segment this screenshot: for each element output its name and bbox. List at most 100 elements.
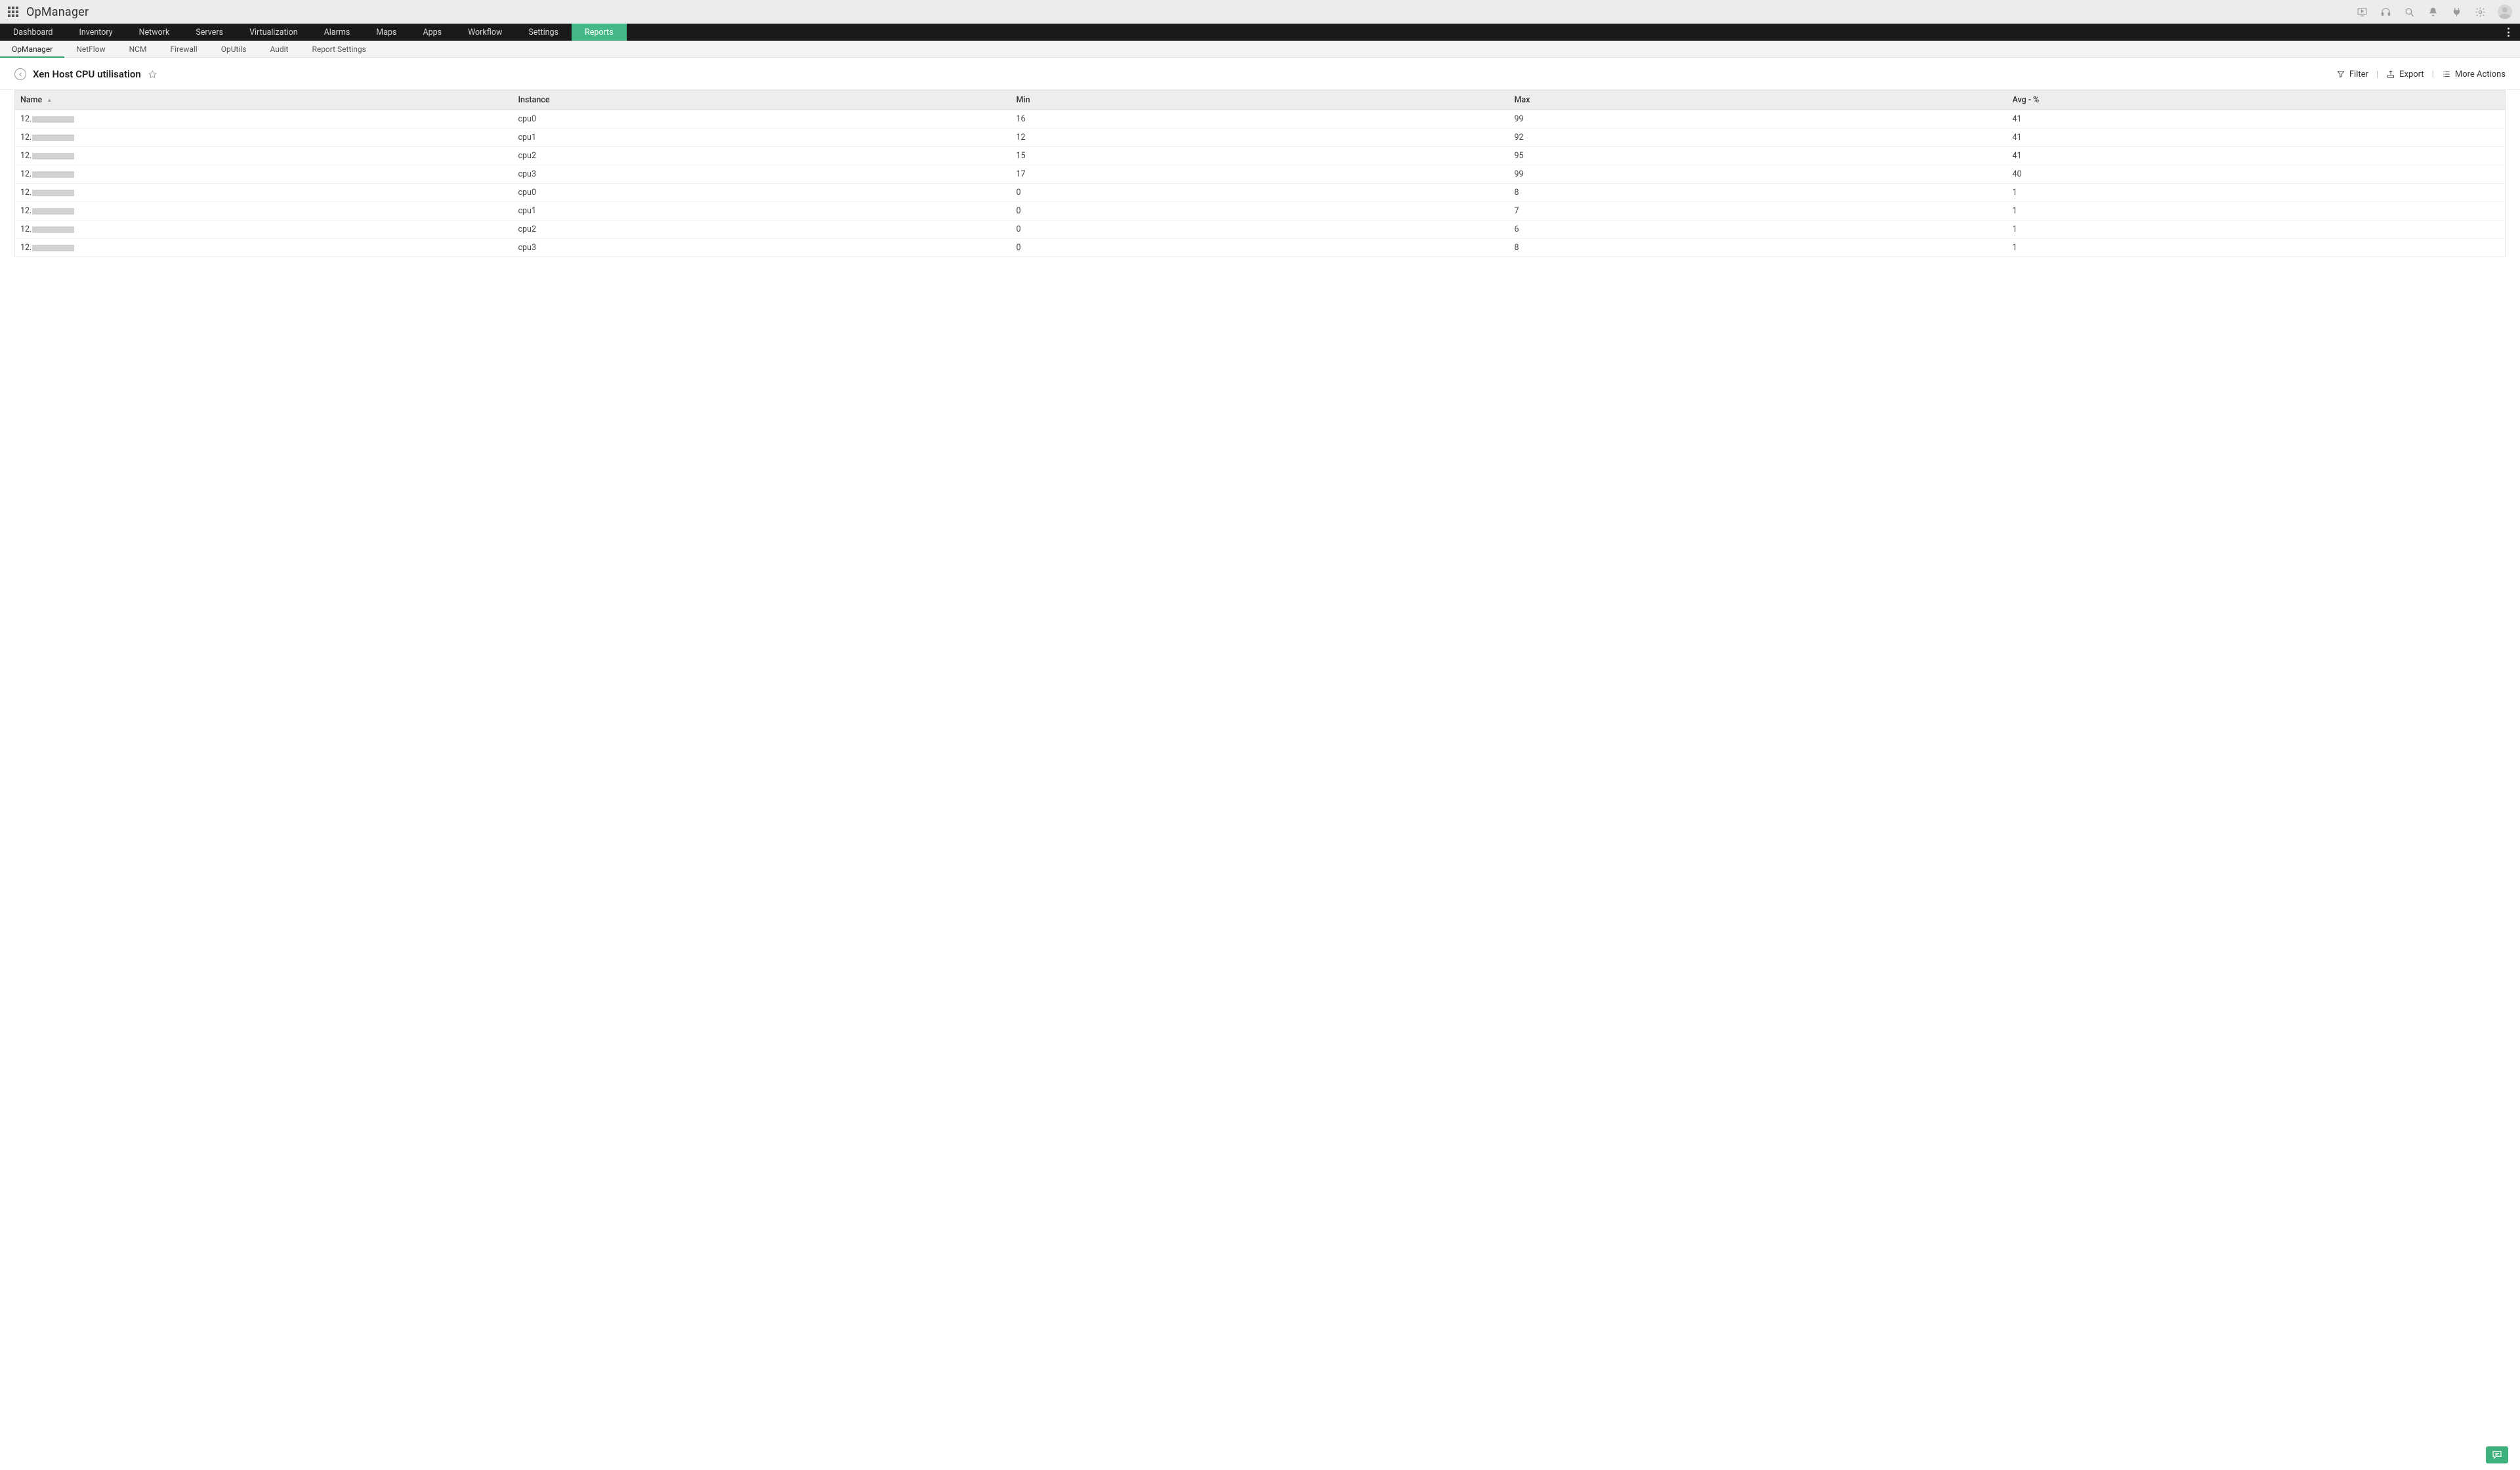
- cell-name: 12.: [15, 129, 513, 147]
- nav-item-alarms[interactable]: Alarms: [311, 24, 364, 41]
- cell-name: 12.: [15, 110, 513, 129]
- apps-grid-icon[interactable]: [8, 7, 18, 17]
- redacted-block: [32, 171, 74, 178]
- cell-instance: cpu1: [513, 202, 1011, 220]
- sub-nav-item-oputils[interactable]: OpUtils: [209, 41, 259, 57]
- sub-nav-item-opmanager[interactable]: OpManager: [0, 41, 64, 57]
- sub-nav-item-netflow[interactable]: NetFlow: [64, 41, 117, 57]
- cell-min: 0: [1011, 202, 1509, 220]
- nav-item-network[interactable]: Network: [126, 24, 183, 41]
- nav-item-maps[interactable]: Maps: [363, 24, 410, 41]
- cell-min: 0: [1011, 239, 1509, 257]
- page-title: Xen Host CPU utilisation: [33, 68, 141, 80]
- table-row[interactable]: 12.cpu2159541: [15, 147, 2506, 165]
- cell-name: 12.: [15, 165, 513, 184]
- cell-max: 7: [1509, 202, 2007, 220]
- app-header: OpManager: [0, 0, 2520, 24]
- cell-avg: 40: [2007, 165, 2506, 184]
- redacted-block: [32, 190, 74, 196]
- cell-avg: 1: [2007, 239, 2506, 257]
- cell-avg: 41: [2007, 147, 2506, 165]
- more-actions-label: More Actions: [2455, 70, 2506, 79]
- cell-name: 12.: [15, 184, 513, 202]
- cell-avg: 1: [2007, 184, 2506, 202]
- column-header-label: Instance: [518, 95, 550, 105]
- main-nav: DashboardInventoryNetworkServersVirtuali…: [0, 24, 2520, 41]
- cell-name: 12.: [15, 239, 513, 257]
- table-row[interactable]: 12.cpu2061: [15, 220, 2506, 239]
- cell-min: 0: [1011, 220, 1509, 239]
- cell-max: 8: [1509, 184, 2007, 202]
- cell-name: 12.: [15, 202, 513, 220]
- divider: |: [2432, 70, 2434, 79]
- column-header-label: Min: [1017, 95, 1030, 105]
- nav-item-virtualization[interactable]: Virtualization: [236, 24, 311, 41]
- redacted-block: [32, 116, 74, 123]
- user-avatar-icon[interactable]: [2498, 5, 2512, 19]
- cell-max: 6: [1509, 220, 2007, 239]
- cell-min: 16: [1011, 110, 1509, 129]
- nav-item-inventory[interactable]: Inventory: [66, 24, 125, 41]
- cell-avg: 1: [2007, 220, 2506, 239]
- filter-button[interactable]: Filter: [2336, 70, 2368, 79]
- table-row[interactable]: 12.cpu0169941: [15, 110, 2506, 129]
- bell-icon[interactable]: [2427, 6, 2439, 18]
- redacted-block: [32, 226, 74, 233]
- nav-item-dashboard[interactable]: Dashboard: [0, 24, 66, 41]
- column-header-instance[interactable]: Instance: [513, 91, 1011, 110]
- export-label: Export: [2399, 70, 2424, 79]
- back-button[interactable]: [14, 68, 26, 80]
- cell-avg: 1: [2007, 202, 2506, 220]
- column-header-max[interactable]: Max: [1509, 91, 2007, 110]
- column-header-avg[interactable]: Avg - %: [2007, 91, 2506, 110]
- screencast-icon[interactable]: [2356, 6, 2368, 18]
- column-header-min[interactable]: Min: [1011, 91, 1509, 110]
- page-title-row: Xen Host CPU utilisation Filter | Export…: [0, 58, 2520, 90]
- nav-item-apps[interactable]: Apps: [410, 24, 455, 41]
- plug-icon[interactable]: [2450, 6, 2462, 18]
- cell-instance: cpu2: [513, 220, 1011, 239]
- table-row[interactable]: 12.cpu1071: [15, 202, 2506, 220]
- sub-nav-item-ncm[interactable]: NCM: [117, 41, 159, 57]
- cell-instance: cpu0: [513, 184, 1011, 202]
- column-header-name[interactable]: Name ▲: [15, 91, 513, 110]
- sub-nav-item-audit[interactable]: Audit: [258, 41, 300, 57]
- divider: |: [2376, 70, 2378, 79]
- sub-nav: OpManagerNetFlowNCMFirewallOpUtilsAuditR…: [0, 41, 2520, 58]
- redacted-block: [32, 135, 74, 141]
- headset-icon[interactable]: [2380, 6, 2391, 18]
- sub-nav-item-report-settings[interactable]: Report Settings: [300, 41, 377, 57]
- export-button[interactable]: Export: [2386, 70, 2424, 79]
- brand-title: OpManager: [26, 5, 89, 19]
- column-header-label: Max: [1515, 95, 1530, 105]
- cell-min: 17: [1011, 165, 1509, 184]
- cell-name: 12.: [15, 220, 513, 239]
- cell-min: 0: [1011, 184, 1509, 202]
- gear-icon[interactable]: [2474, 6, 2486, 18]
- chat-fab[interactable]: [2486, 1446, 2508, 1463]
- redacted-block: [32, 208, 74, 215]
- cell-instance: cpu3: [513, 165, 1011, 184]
- favorite-star-icon[interactable]: [148, 70, 158, 79]
- cell-avg: 41: [2007, 110, 2506, 129]
- search-icon[interactable]: [2403, 6, 2415, 18]
- cell-name: 12.: [15, 147, 513, 165]
- nav-more-icon[interactable]: [2502, 24, 2515, 41]
- nav-item-reports[interactable]: Reports: [572, 24, 627, 41]
- redacted-block: [32, 245, 74, 251]
- nav-item-workflow[interactable]: Workflow: [455, 24, 515, 41]
- column-header-label: Name: [20, 95, 42, 105]
- cell-max: 99: [1509, 110, 2007, 129]
- more-actions-button[interactable]: More Actions: [2442, 70, 2506, 79]
- sub-nav-item-firewall[interactable]: Firewall: [158, 41, 209, 57]
- column-header-label: Avg - %: [2013, 95, 2040, 105]
- redacted-block: [32, 153, 74, 159]
- cell-max: 92: [1509, 129, 2007, 147]
- table-row[interactable]: 12.cpu3179940: [15, 165, 2506, 184]
- table-row[interactable]: 12.cpu0081: [15, 184, 2506, 202]
- nav-item-settings[interactable]: Settings: [515, 24, 572, 41]
- cell-avg: 41: [2007, 129, 2506, 147]
- table-row[interactable]: 12.cpu1129241: [15, 129, 2506, 147]
- table-row[interactable]: 12.cpu3081: [15, 239, 2506, 257]
- nav-item-servers[interactable]: Servers: [182, 24, 236, 41]
